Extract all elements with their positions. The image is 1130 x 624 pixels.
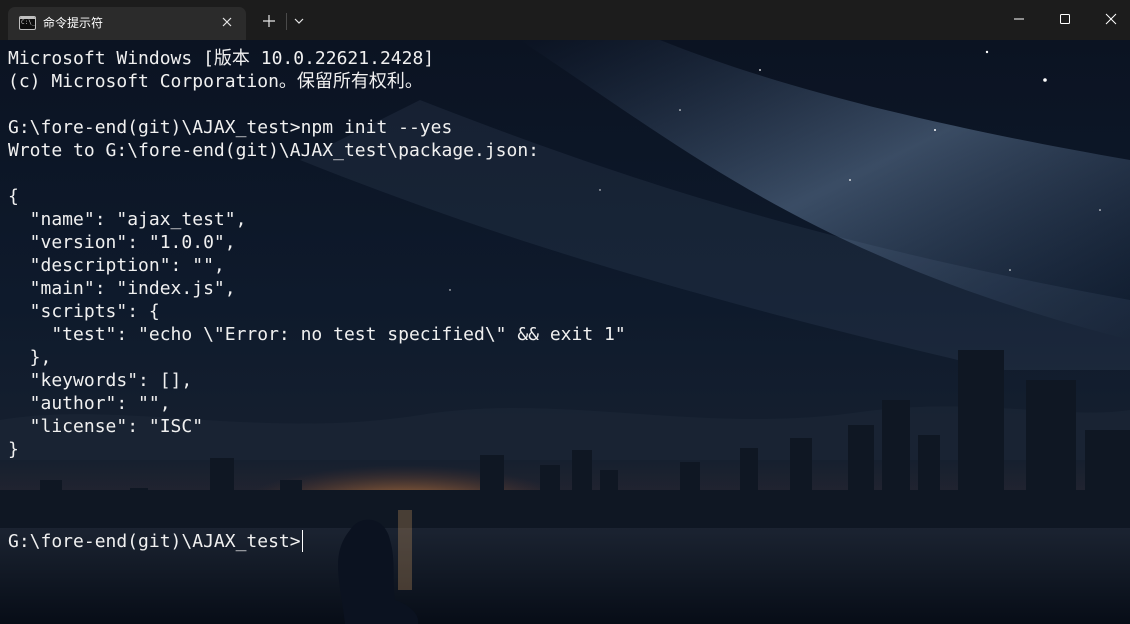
terminal-line: (c) Microsoft Corporation。保留所有权利。: [8, 71, 423, 92]
terminal-line: G:\fore-end(git)\AJAX_test>npm init --ye…: [8, 117, 453, 138]
tab-divider: [286, 13, 287, 30]
tab-command-prompt[interactable]: C:\_ 命令提示符: [8, 7, 246, 40]
close-window-button[interactable]: [1088, 0, 1130, 38]
terminal-line: Wrote to G:\fore-end(git)\AJAX_test\pack…: [8, 140, 540, 161]
terminal-line: "description": "",: [8, 255, 225, 276]
terminal-area[interactable]: Microsoft Windows [版本 10.0.22621.2428] (c…: [0, 40, 1130, 624]
command-prompt-icon: C:\_: [19, 16, 36, 30]
close-icon: [222, 17, 232, 27]
minimize-button[interactable]: [996, 0, 1042, 38]
terminal-line: Microsoft Windows [版本 10.0.22621.2428]: [8, 48, 435, 69]
tab-title: 命令提示符: [43, 16, 104, 30]
terminal-line: "test": "echo \"Error: no test specified…: [8, 324, 626, 345]
terminal-line: "version": "1.0.0",: [8, 232, 236, 253]
terminal-line: "scripts": {: [8, 301, 160, 322]
command-prompt-line[interactable]: G:\fore-end(git)\AJAX_test>: [8, 530, 303, 553]
chevron-down-icon: [294, 18, 304, 24]
minimize-icon: [1014, 18, 1024, 20]
terminal-window: C:\_ 命令提示符 Microsoft Windows [版本 10.0.22…: [0, 0, 1130, 624]
terminal-line: "keywords": [],: [8, 370, 193, 391]
terminal-line: },: [8, 347, 52, 368]
text-cursor: [301, 530, 303, 552]
terminal-line: "name": "ajax_test",: [8, 209, 247, 230]
terminal-line: }: [8, 439, 19, 460]
terminal-line: "main": "index.js",: [8, 278, 236, 299]
prompt-text: G:\fore-end(git)\AJAX_test>: [8, 531, 301, 552]
terminal-line: "author": "",: [8, 393, 171, 414]
maximize-icon: [1060, 14, 1070, 24]
terminal-line: "license": "ISC": [8, 416, 204, 437]
profiles-dropdown-button[interactable]: [288, 8, 310, 34]
terminal-line: {: [8, 186, 19, 207]
tab-close-button[interactable]: [216, 11, 238, 33]
maximize-button[interactable]: [1042, 0, 1088, 38]
new-tab-button[interactable]: [256, 8, 282, 34]
terminal-output: Microsoft Windows [版本 10.0.22621.2428] (c…: [8, 47, 626, 461]
plus-icon: [263, 15, 275, 27]
title-bar[interactable]: C:\_ 命令提示符: [0, 0, 1130, 40]
close-icon: [1105, 13, 1117, 25]
